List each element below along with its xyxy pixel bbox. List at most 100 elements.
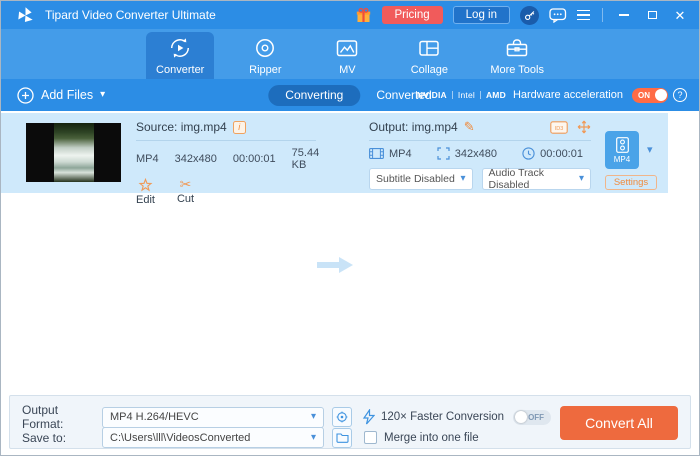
ripper-disc-icon — [252, 35, 278, 61]
save-to-value: C:\Users\lll\VideosConverted — [110, 432, 250, 444]
vendor-separator — [480, 91, 481, 99]
bottom-panel: Output Format: MP4 H.264/HEVC ▾ 120× Fas… — [9, 395, 691, 449]
source-resolution: 342x480 — [175, 153, 217, 165]
vendor-nvidia: NVIDIA — [417, 90, 447, 100]
add-files-button[interactable]: Add Files ▾ — [17, 79, 105, 111]
plus-circle-icon — [17, 87, 34, 104]
tab-ripper[interactable]: Ripper — [234, 32, 296, 79]
id3-edit-icon[interactable]: ID3 — [550, 121, 568, 134]
register-key-button[interactable] — [520, 6, 539, 25]
app-window: Tipard Video Converter Ultimate Pricing … — [0, 0, 700, 456]
gift-icon[interactable] — [355, 7, 372, 24]
feedback-chat-icon[interactable] — [549, 8, 567, 23]
save-to-select[interactable]: C:\Users\lll\VideosConverted ▾ — [102, 427, 324, 448]
divider — [369, 140, 591, 141]
output-profile-button[interactable]: MP4 — [605, 131, 639, 169]
file-list-area: Source: img.mp4 i MP4 342x480 00:00:01 7… — [1, 111, 699, 395]
source-info: Source: img.mp4 i MP4 342x480 00:00:01 7… — [136, 119, 316, 206]
output-format-select[interactable]: MP4 H.264/HEVC ▾ — [102, 407, 324, 428]
login-button[interactable]: Log in — [453, 6, 510, 24]
subtitle-value: Subtitle Disabled — [376, 173, 455, 185]
gear-icon — [336, 411, 348, 423]
vendor-separator — [452, 91, 453, 99]
toolbox-icon — [504, 35, 530, 61]
vendor-amd: AMD — [486, 90, 506, 100]
app-title: Tipard Video Converter Ultimate — [45, 8, 216, 22]
convert-state-tabs: Converting Converted — [268, 79, 431, 111]
converter-icon — [167, 35, 193, 61]
toggle-state-label: OFF — [528, 413, 544, 422]
titlebar-actions: Pricing Log in ✕ — [355, 6, 690, 25]
cut-button[interactable]: ✂ Cut — [177, 178, 194, 206]
tab-label: Ripper — [249, 64, 281, 76]
video-thumbnail[interactable] — [26, 123, 121, 182]
output-meta: MP4 342x480 00:00:01 — [369, 147, 583, 160]
svg-text:ID3: ID3 — [555, 126, 564, 132]
output-resolution: 342x480 — [455, 148, 497, 160]
subtitle-select[interactable]: Subtitle Disabled ▾ — [369, 168, 473, 190]
tab-label: More Tools — [490, 64, 544, 76]
hardware-acceleration: NVIDIA Intel AMD Hardware acceleration O… — [417, 79, 687, 111]
edit-button[interactable]: Edit — [136, 178, 155, 206]
tab-more-tools[interactable]: More Tools — [480, 32, 554, 79]
add-files-label: Add Files — [41, 88, 93, 102]
toolbar: Add Files ▾ Converting Converted NVIDIA … — [1, 79, 699, 111]
pricing-button[interactable]: Pricing — [382, 6, 443, 24]
source-size: 75.44 KB — [292, 147, 320, 171]
folder-icon — [336, 432, 349, 443]
edit-label: Edit — [136, 194, 155, 206]
film-reel-icon — [616, 137, 629, 153]
tab-label: MV — [339, 64, 356, 76]
maximize-button[interactable] — [643, 6, 661, 24]
faster-conversion-toggle[interactable]: OFF — [513, 410, 551, 425]
output-info: Output: img.mp4 ✎ ID3 — [369, 119, 591, 190]
hw-accel-label: Hardware acceleration — [513, 89, 623, 101]
waterfall-preview-image — [54, 123, 94, 182]
audio-track-select[interactable]: Audio Track Disabled ▾ — [482, 168, 591, 190]
toggle-knob — [515, 411, 527, 423]
chevron-down-icon: ▾ — [579, 174, 584, 184]
output-filename: Output: img.mp4 — [369, 120, 458, 134]
scissors-icon: ✂ — [180, 178, 192, 191]
compress-arrows-icon[interactable] — [577, 120, 591, 134]
merge-checkbox[interactable] — [364, 431, 377, 444]
chevron-down-icon: ▾ — [311, 412, 316, 422]
minimize-button[interactable] — [615, 6, 633, 24]
toggle-state-label: ON — [638, 91, 650, 100]
file-row[interactable]: Source: img.mp4 i MP4 342x480 00:00:01 7… — [1, 113, 668, 193]
film-icon — [369, 148, 384, 159]
profile-chevron-icon[interactable]: ▾ — [647, 145, 653, 156]
divider — [136, 140, 316, 141]
audio-track-value: Audio Track Disabled — [489, 167, 579, 191]
lightning-icon — [362, 409, 375, 425]
chevron-down-icon: ▾ — [311, 433, 316, 443]
close-icon: ✕ — [675, 9, 686, 22]
convert-all-button[interactable]: Convert All — [560, 406, 678, 440]
media-info-icon[interactable]: i — [233, 121, 246, 134]
profile-format-label: MP4 — [614, 155, 630, 164]
faster-conversion-label: 120× Faster Conversion — [381, 411, 504, 423]
device-profile-button[interactable] — [332, 407, 352, 427]
main-nav: Converter Ripper MV Collage — [1, 29, 699, 79]
help-icon[interactable]: ? — [673, 88, 687, 102]
cut-label: Cut — [177, 193, 194, 205]
tab-mv[interactable]: MV — [316, 32, 378, 79]
menu-icon[interactable] — [577, 10, 590, 21]
mv-icon — [334, 35, 360, 61]
source-duration: 00:00:01 — [233, 153, 276, 165]
close-button[interactable]: ✕ — [671, 6, 689, 24]
rename-pencil-icon[interactable]: ✎ — [464, 119, 475, 135]
toggle-knob — [655, 89, 667, 101]
tab-converting[interactable]: Converting — [268, 85, 360, 106]
titlebar-separator — [602, 8, 603, 22]
save-to-label: Save to: — [22, 431, 102, 445]
tab-collage[interactable]: Collage — [398, 32, 460, 79]
convert-arrow-icon — [317, 257, 353, 273]
open-folder-button[interactable] — [332, 428, 352, 448]
tab-label: Converter — [156, 64, 204, 76]
settings-button[interactable]: Settings — [605, 175, 657, 190]
resolution-icon — [437, 147, 450, 160]
tab-converter[interactable]: Converter — [146, 32, 214, 79]
format-column: MP4 ▾ Settings — [605, 131, 667, 190]
hw-accel-toggle[interactable]: ON — [632, 88, 668, 103]
